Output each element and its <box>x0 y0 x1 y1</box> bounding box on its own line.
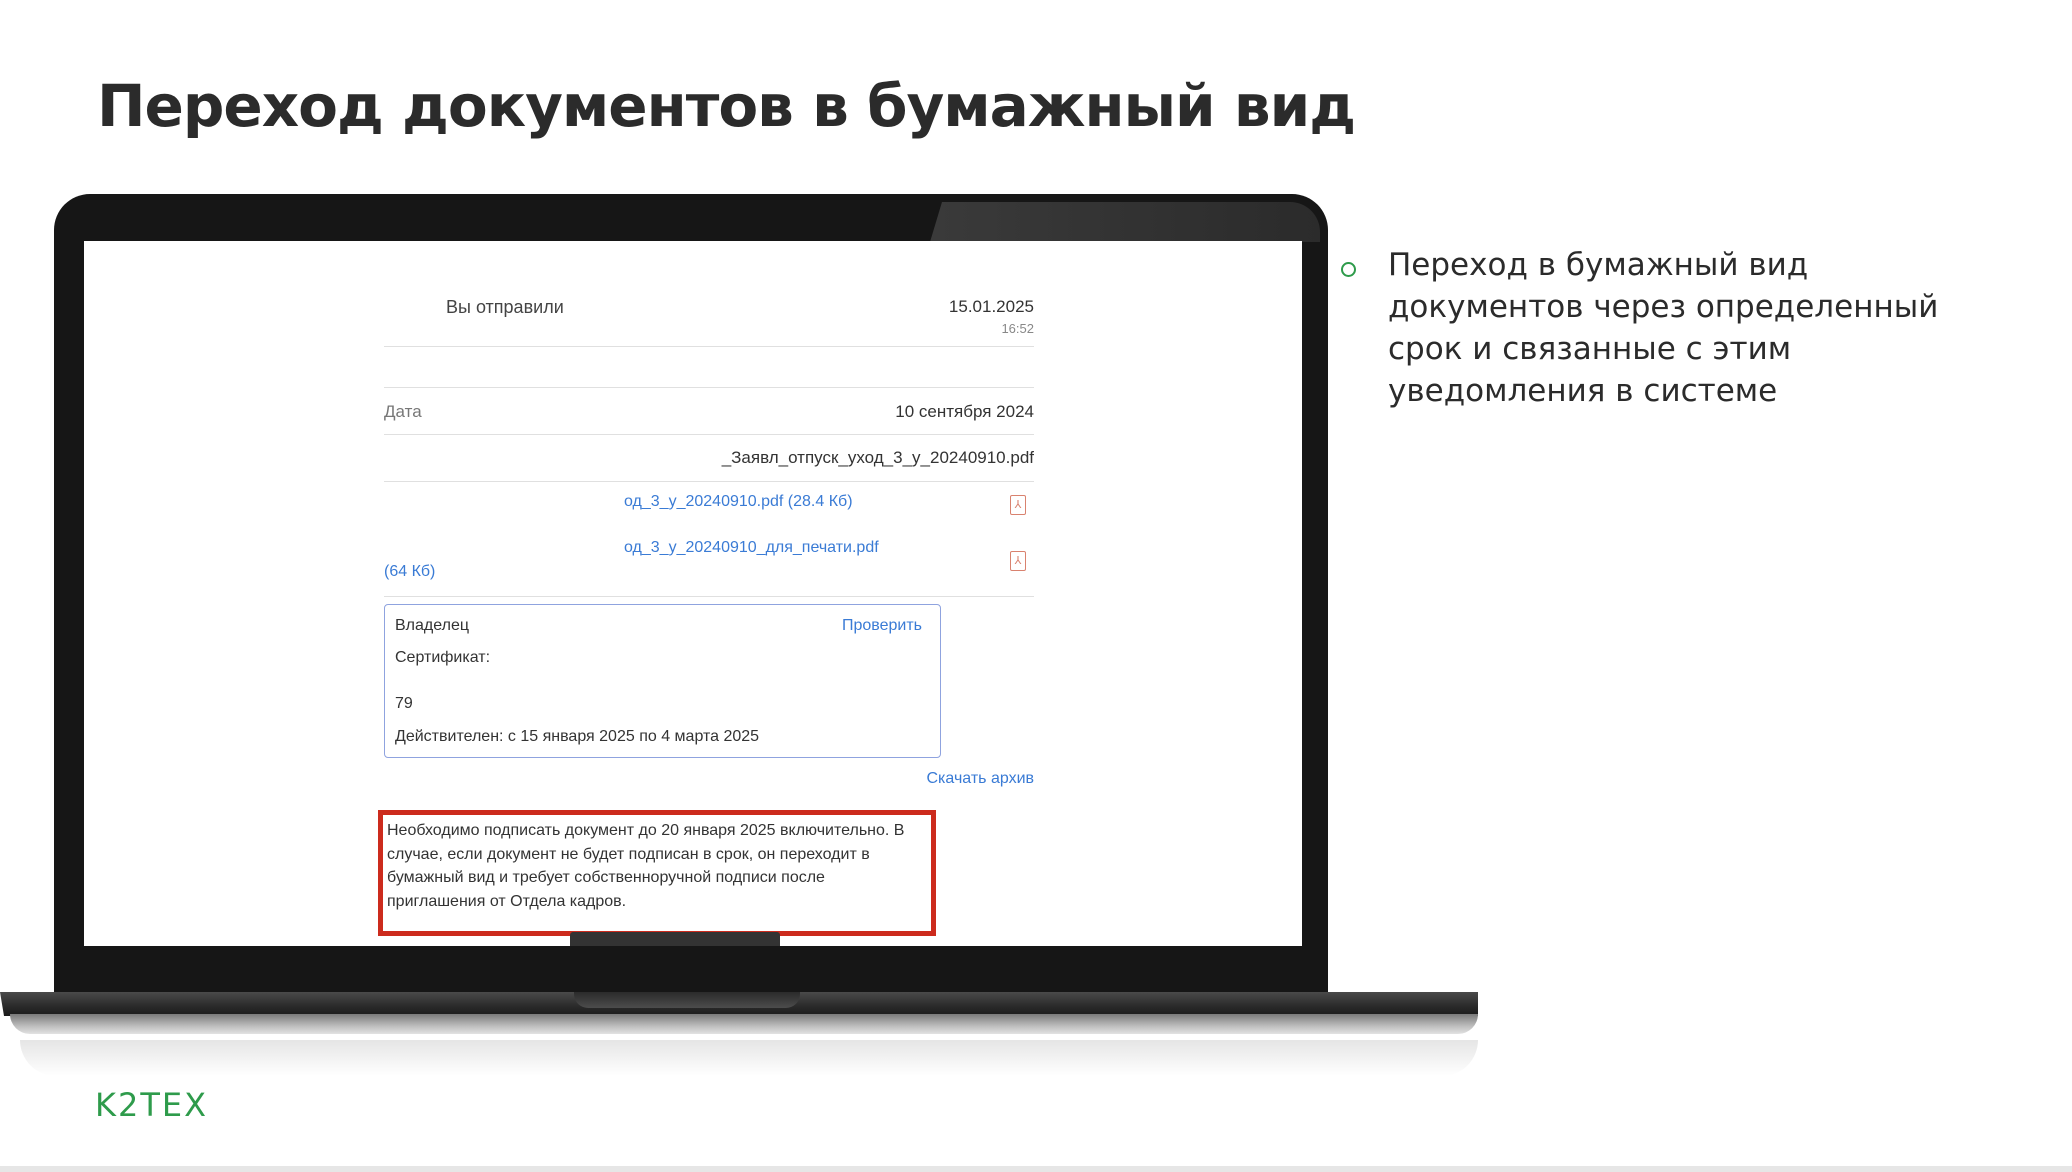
check-certificate-link[interactable]: Проверить <box>842 617 922 635</box>
laptop-notch <box>574 992 800 1008</box>
action-button[interactable] <box>570 932 780 946</box>
laptop-base-edge <box>10 1014 1478 1034</box>
attachment-link-pdf[interactable]: од_3_у_20240910.pdf (28.4 Кб) <box>624 493 853 511</box>
divider <box>384 481 1034 482</box>
download-archive-link[interactable]: Скачать архив <box>927 770 1035 788</box>
certificate-label: Сертификат: <box>395 649 491 666</box>
owner-label: Владелец <box>395 617 470 634</box>
pdf-icon[interactable]: ⅄ <box>1010 551 1026 571</box>
divider <box>384 434 1034 435</box>
date-label: Дата <box>384 402 422 421</box>
attachment-link-print-pdf[interactable]: од_3_у_20240910_для_печати.pdf <box>624 539 879 557</box>
company-logo: K2TEX <box>95 1086 209 1124</box>
certificate-box: Владелец Проверить Сертификат: 79 Действ… <box>384 604 941 758</box>
pdf-icon[interactable]: ⅄ <box>1010 495 1026 515</box>
document-panel: Вы отправили 15.01.2025 16:52 Дата 10 се… <box>378 241 1035 946</box>
attachment-size[interactable]: (64 Кб) <box>384 563 435 581</box>
sent-time: 16:52 <box>1001 321 1034 336</box>
divider <box>384 387 1034 388</box>
sent-label: Вы отправили <box>446 297 564 317</box>
date-value: 10 сентября 2024 <box>895 402 1034 421</box>
sent-date: 15.01.2025 <box>948 297 1034 316</box>
footer-strip <box>0 1166 2072 1172</box>
slide-title: Переход документов в бумажный вид <box>97 72 1356 140</box>
laptop-screen: Вы отправили 15.01.2025 16:52 Дата 10 се… <box>84 241 1302 946</box>
signing-deadline-warning: Необходимо подписать документ до 20 янва… <box>378 810 936 936</box>
warning-text: Необходимо подписать документ до 20 янва… <box>387 822 905 910</box>
certificate-validity: Действителен: с 15 января 2025 по 4 март… <box>395 728 760 745</box>
bullet-circle-icon <box>1341 262 1356 277</box>
file-name: _Заявл_отпуск_уход_3_у_20240910.pdf <box>721 448 1034 467</box>
bullet-text: Переход в бумажный вид документов через … <box>1388 247 1939 409</box>
certificate-number: 79 <box>395 695 413 712</box>
laptop-reflection <box>20 1040 1478 1076</box>
laptop-lid-sheen <box>930 202 1320 242</box>
divider <box>384 346 1034 347</box>
divider <box>384 596 1034 597</box>
